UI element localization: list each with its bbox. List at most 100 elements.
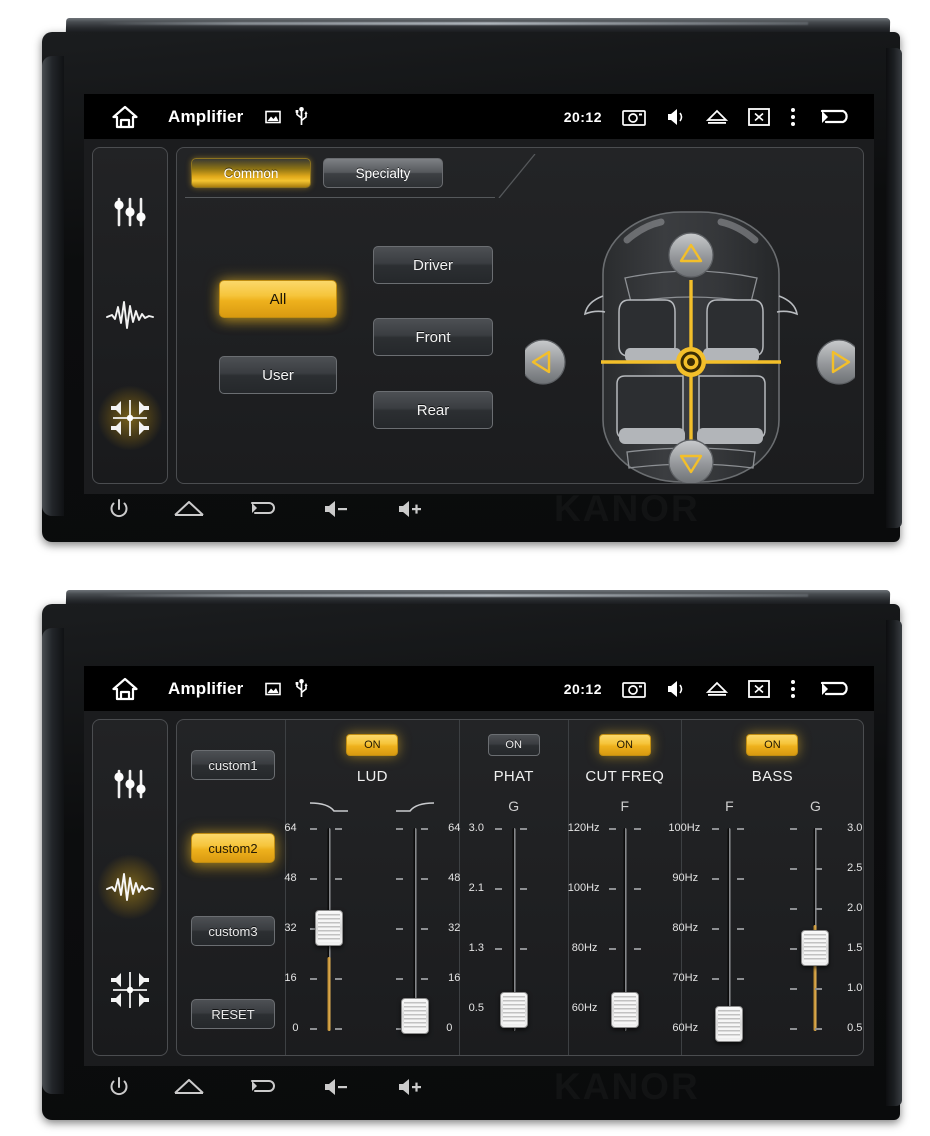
lud-slider-right[interactable]: 64 48 32 16 0 <box>372 798 461 1047</box>
tick-label: 16 <box>448 972 461 984</box>
back-icon[interactable] <box>248 1077 278 1102</box>
eq-column-phat: ON PHAT G 3.0 2.1 1.3 0.5 <box>460 720 569 1055</box>
lud-slider-left[interactable]: 64 48 32 16 0 <box>284 798 372 1047</box>
volume-down-icon[interactable] <box>322 1077 352 1102</box>
close-screen-icon[interactable] <box>748 679 770 698</box>
power-icon[interactable] <box>108 498 130 525</box>
tick-label: 1.5 <box>847 942 863 954</box>
device-bezel-right-edge <box>886 620 902 1106</box>
tick-label: 60Hz <box>571 1002 598 1014</box>
tick-label: 64 <box>284 822 297 834</box>
lud-left-fill <box>327 957 331 1031</box>
sidebar-item-waveform[interactable] <box>98 283 162 347</box>
phat-gain-knob[interactable] <box>499 992 528 1028</box>
volume-up-icon[interactable] <box>396 1077 426 1102</box>
tick-label: 2.1 <box>468 882 484 894</box>
screenshot-camera-icon[interactable] <box>622 108 646 126</box>
amplifier-body: All User Driver Front Rear <box>177 204 863 483</box>
workspace-bottom: custom1 custom2 custom3 RESET ON LUD 64 … <box>84 711 874 1066</box>
bass-slider-freq[interactable]: F 100Hz 90Hz 80Hz 70Hz 60Hz <box>668 798 772 1047</box>
bass-slider-gain[interactable]: G 3.0 2.5 2.0 1.5 1.0 0.5 <box>772 798 862 1047</box>
sidebar-item-equalizer-sliders[interactable] <box>98 753 162 817</box>
cutfreq-title: CUT FREQ <box>585 768 665 785</box>
phat-slider-gain[interactable]: G 3.0 2.1 1.3 0.5 <box>468 798 557 1047</box>
tick-label: 100Hz <box>668 822 701 834</box>
cutfreq-slider[interactable]: F 120Hz 100Hz 80Hz 60Hz <box>568 798 668 1047</box>
home-icon[interactable] <box>112 677 138 701</box>
position-button-rear[interactable]: Rear <box>373 391 493 429</box>
lud-right-knob[interactable] <box>401 998 430 1034</box>
mode-sidebar <box>92 719 168 1056</box>
bass-on-toggle[interactable]: ON <box>746 734 799 756</box>
eject-icon[interactable] <box>706 681 728 697</box>
lud-title: LUD <box>356 768 388 785</box>
sidebar-item-equalizer-sliders[interactable] <box>98 181 162 245</box>
phat-gain-caption: G <box>508 798 520 814</box>
bass-gain-knob[interactable] <box>801 930 830 966</box>
device-bezel-body: Amplifier 20:12 <box>42 604 902 1120</box>
tab-specialty[interactable]: Specialty <box>323 158 443 188</box>
tick-label: 0.5 <box>468 1002 484 1014</box>
bass-freq-knob[interactable] <box>715 1006 744 1042</box>
curve-down-icon <box>308 800 350 819</box>
back-icon[interactable] <box>248 499 278 524</box>
lud-left-knob[interactable] <box>315 910 344 946</box>
tick-label: 100Hz <box>567 882 600 894</box>
home-icon[interactable] <box>174 1077 204 1102</box>
head-unit-device-top: Amplifier 20:12 Common Specialty All Use… <box>28 18 902 542</box>
sd-card-icon <box>265 110 282 124</box>
tick-label: 0 <box>292 1022 299 1034</box>
eject-icon[interactable] <box>706 109 728 125</box>
status-clock: 20:12 <box>563 680 602 697</box>
sidebar-item-waveform[interactable] <box>98 855 162 920</box>
page-title: Amplifier <box>168 106 244 126</box>
overflow-menu-icon[interactable] <box>790 107 796 127</box>
tick-label: 1.0 <box>847 982 863 994</box>
sidebar-item-balance-fader[interactable] <box>98 958 162 1022</box>
tick-label: 2.5 <box>847 862 863 874</box>
close-screen-icon[interactable] <box>748 107 770 126</box>
sidebar-item-balance-fader[interactable] <box>98 385 162 450</box>
preset-button-all[interactable]: All <box>219 280 337 318</box>
back-arrow-icon[interactable] <box>816 106 856 128</box>
preset-custom3[interactable]: custom3 <box>191 916 275 946</box>
preset-button-user[interactable]: User <box>219 356 337 394</box>
speaker-mute-icon[interactable] <box>666 679 686 699</box>
tick-label: 70Hz <box>672 972 699 984</box>
mode-sidebar <box>92 147 168 484</box>
workspace-top: Common Specialty All User Driver Front R… <box>84 139 874 494</box>
screenshot-camera-icon[interactable] <box>622 680 646 698</box>
tick-label: 80Hz <box>672 922 699 934</box>
position-button-driver[interactable]: Driver <box>373 246 493 284</box>
home-icon[interactable] <box>112 105 138 129</box>
cutfreq-on-toggle[interactable]: ON <box>598 734 651 756</box>
cutfreq-caption: F <box>620 798 630 814</box>
back-arrow-icon[interactable] <box>816 678 856 700</box>
lud-on-toggle[interactable]: ON <box>346 734 399 756</box>
device-bezel-right-edge <box>886 48 902 528</box>
preset-and-position-buttons: All User Driver Front Rear <box>177 204 517 483</box>
power-icon[interactable] <box>108 1076 130 1103</box>
tick-label: 1.3 <box>468 942 484 954</box>
phat-on-toggle[interactable]: ON <box>487 734 540 756</box>
speaker-mute-icon[interactable] <box>666 107 686 127</box>
content-panel-top: Common Specialty All User Driver Front R… <box>176 147 864 484</box>
tick-label: 3.0 <box>468 822 484 834</box>
preset-reset[interactable]: RESET <box>191 999 275 1029</box>
preset-custom2[interactable]: custom2 <box>191 833 275 863</box>
tick-label: 80Hz <box>571 942 598 954</box>
tick-label: 16 <box>284 972 297 984</box>
overflow-menu-icon[interactable] <box>790 679 796 699</box>
tab-common[interactable]: Common <box>191 158 311 188</box>
volume-up-icon[interactable] <box>396 499 426 524</box>
home-icon[interactable] <box>174 499 204 524</box>
preset-custom1[interactable]: custom1 <box>191 750 275 780</box>
status-bar: Amplifier 20:12 <box>84 94 874 139</box>
tick-label: 90Hz <box>672 872 699 884</box>
content-panel-bottom: custom1 custom2 custom3 RESET ON LUD 64 … <box>176 719 864 1056</box>
car-balance-diagram[interactable] <box>517 204 863 483</box>
status-bar: Amplifier 20:12 <box>84 666 874 711</box>
cutfreq-knob[interactable] <box>610 992 639 1028</box>
volume-down-icon[interactable] <box>322 499 352 524</box>
position-button-front[interactable]: Front <box>373 318 493 356</box>
